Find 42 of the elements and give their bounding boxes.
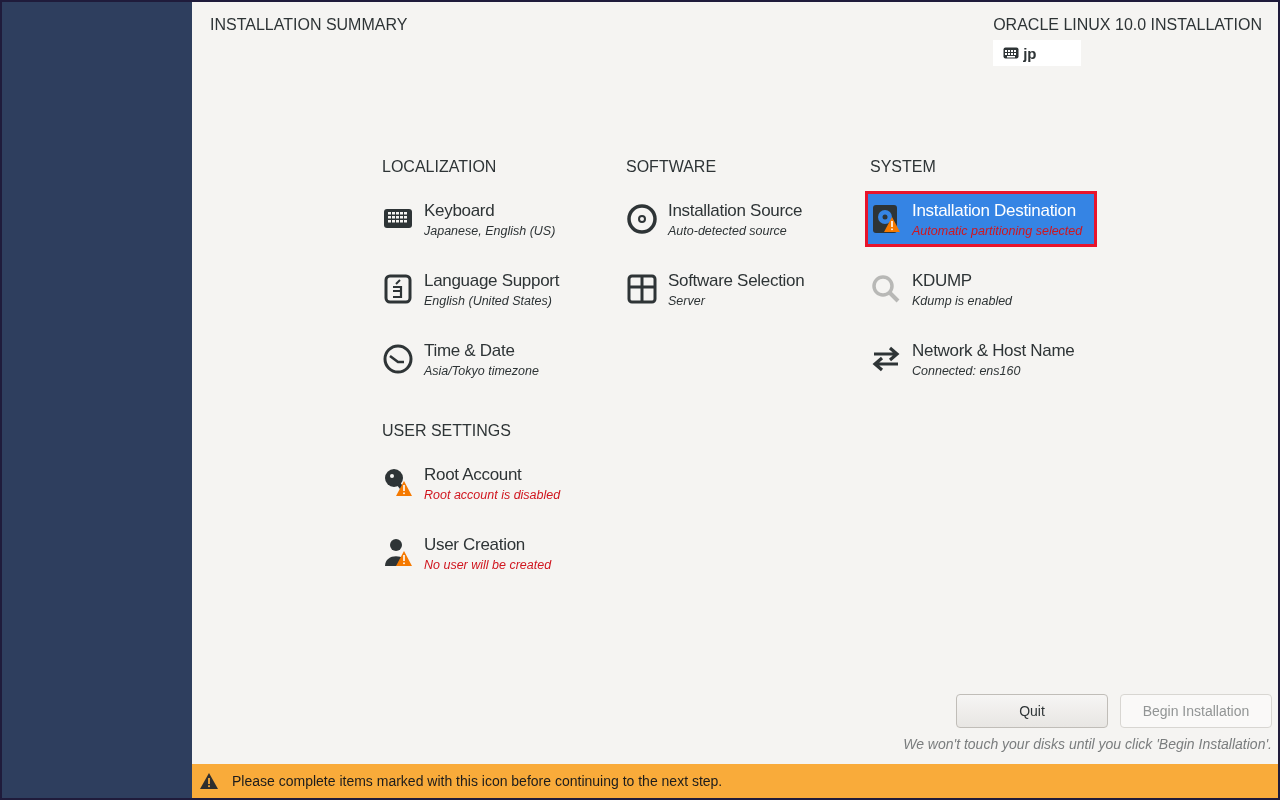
spoke-status: Asia/Tokyo timezone	[424, 363, 539, 378]
spoke-item[interactable]: KDUMP Kdump is enabled	[866, 262, 1096, 316]
spoke-title: Network & Host Name	[912, 340, 1075, 361]
spoke-item[interactable]: Installation Destination Automatic partitioning selected	[866, 192, 1096, 246]
section-heading: SYSTEM	[870, 158, 937, 176]
spoke-title: KDUMP	[912, 270, 973, 291]
spoke-title: Root Account	[424, 464, 523, 485]
keyboard-layout-indicator[interactable]: jp	[993, 40, 1082, 66]
spoke-item[interactable]: User Creation No user will be created	[378, 526, 608, 580]
spoke-status: Japanese, English (US)	[424, 223, 556, 238]
spoke-item[interactable]: Installation Source Auto-detected source	[622, 192, 852, 246]
spoke-item[interactable]: Software Selection Server	[622, 262, 852, 316]
section-heading: USER SETTINGS	[382, 422, 512, 440]
spoke-title: Installation Destination	[912, 200, 1077, 221]
product-title: ORACLE LINUX 10.0 INSTALLATION	[993, 16, 1262, 34]
quit-button[interactable]: Quit	[956, 694, 1108, 728]
spoke-item[interactable]: Network & Host Name Connected: ens160	[866, 332, 1096, 386]
spoke-status: Connected: ens160	[912, 363, 1022, 378]
spoke-title: Installation Source	[668, 200, 803, 221]
spoke-status: English (United States)	[424, 293, 553, 308]
section-heading: LOCALIZATION	[382, 158, 498, 176]
spoke-title: Keyboard	[424, 200, 496, 221]
spoke-status: Server	[668, 293, 707, 308]
spoke-item[interactable]: Root Account Root account is disabled	[378, 456, 608, 510]
spoke-item[interactable]: Keyboard Japanese, English (US)	[378, 192, 608, 246]
spoke-status: No user will be created	[424, 557, 552, 572]
spoke-title: Language Support	[424, 270, 560, 291]
spoke-title: Time & Date	[424, 340, 516, 361]
spoke-status: Auto-detected source	[668, 223, 788, 238]
warning-message: Please complete items marked with this icon before continuing to the next step.	[232, 773, 723, 789]
spoke-status: Root account is disabled	[424, 487, 561, 502]
section-heading: SOFTWARE	[626, 158, 718, 176]
spoke-title: Software Selection	[668, 270, 805, 291]
warning-icon	[200, 773, 218, 789]
spoke-item[interactable]: Time & Date Asia/Tokyo timezone	[378, 332, 608, 386]
spoke-title: User Creation	[424, 534, 526, 555]
spoke-item[interactable]: Language Support English (United States)	[378, 262, 608, 316]
disk-note: We won't touch your disks until you click 'Begin Installation'.	[903, 736, 1272, 752]
spoke-status: Kdump is enabled	[912, 293, 1013, 308]
keyboard-icon	[1003, 47, 1020, 59]
spoke-status: Automatic partitioning selected	[912, 223, 1083, 238]
page-title: INSTALLATION SUMMARY	[210, 16, 408, 34]
